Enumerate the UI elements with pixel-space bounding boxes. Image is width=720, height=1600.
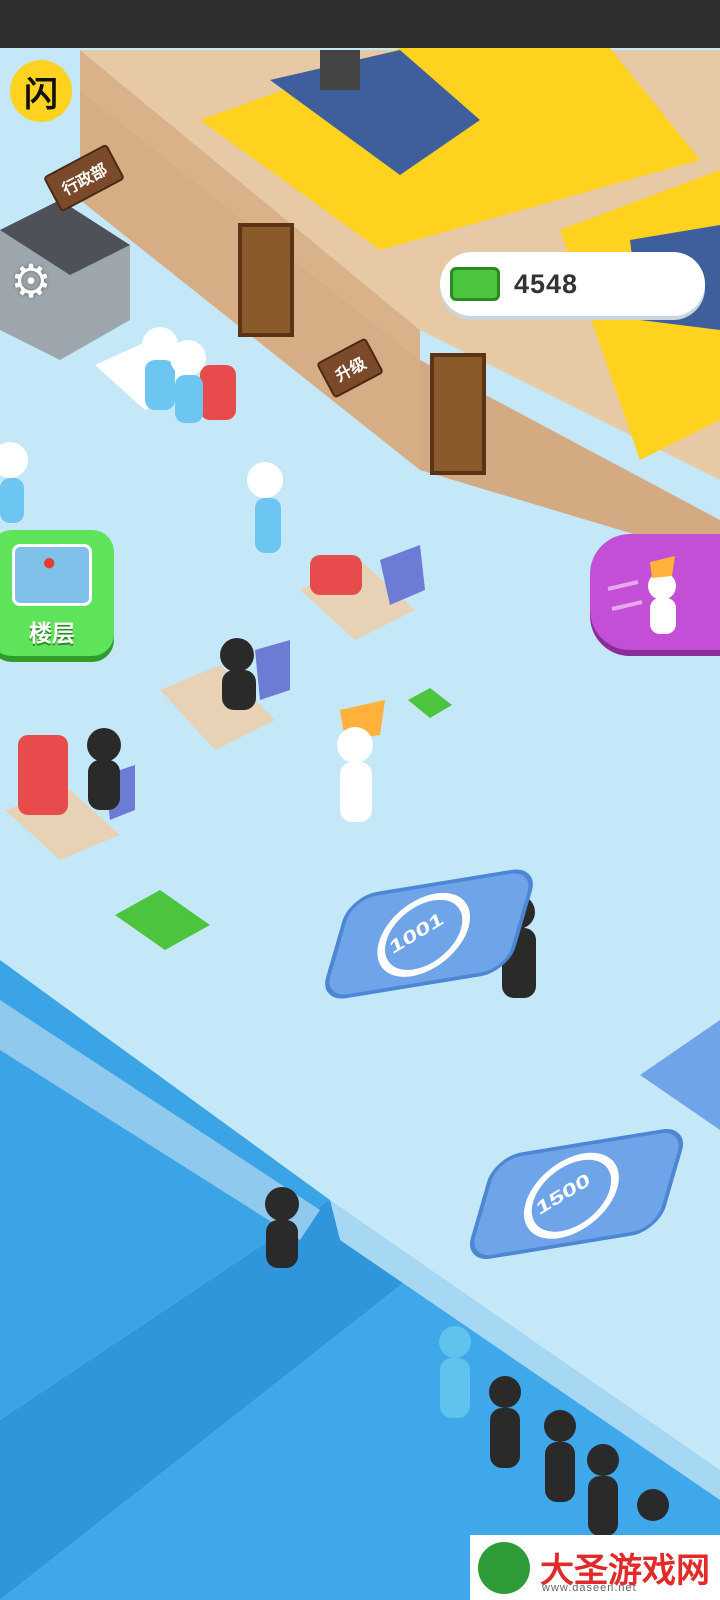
floor-button-label: 楼层: [29, 620, 75, 646]
speed-boost-icon: [607, 556, 676, 634]
map-pin-icon: ●: [42, 549, 57, 576]
floor-button[interactable]: ● 楼层: [0, 530, 114, 656]
watermark-url: www.daseen.net: [542, 1582, 637, 1594]
watermark: 大圣游戏网 www.daseen.net: [470, 1535, 720, 1600]
gear-icon[interactable]: ⚙: [8, 258, 54, 304]
cash-stack-icon: [450, 267, 500, 301]
status-bar: [0, 0, 720, 48]
cash-amount: 4548: [514, 268, 579, 299]
cash-counter: 4548: [440, 252, 705, 316]
speed-boost-button[interactable]: [590, 534, 720, 650]
app-logo-label: 闪: [24, 75, 58, 114]
upgrade-sign-label: 升级: [333, 355, 370, 386]
watermark-logo-icon: [478, 1541, 530, 1594]
app-logo-button[interactable]: 闪: [10, 60, 72, 122]
